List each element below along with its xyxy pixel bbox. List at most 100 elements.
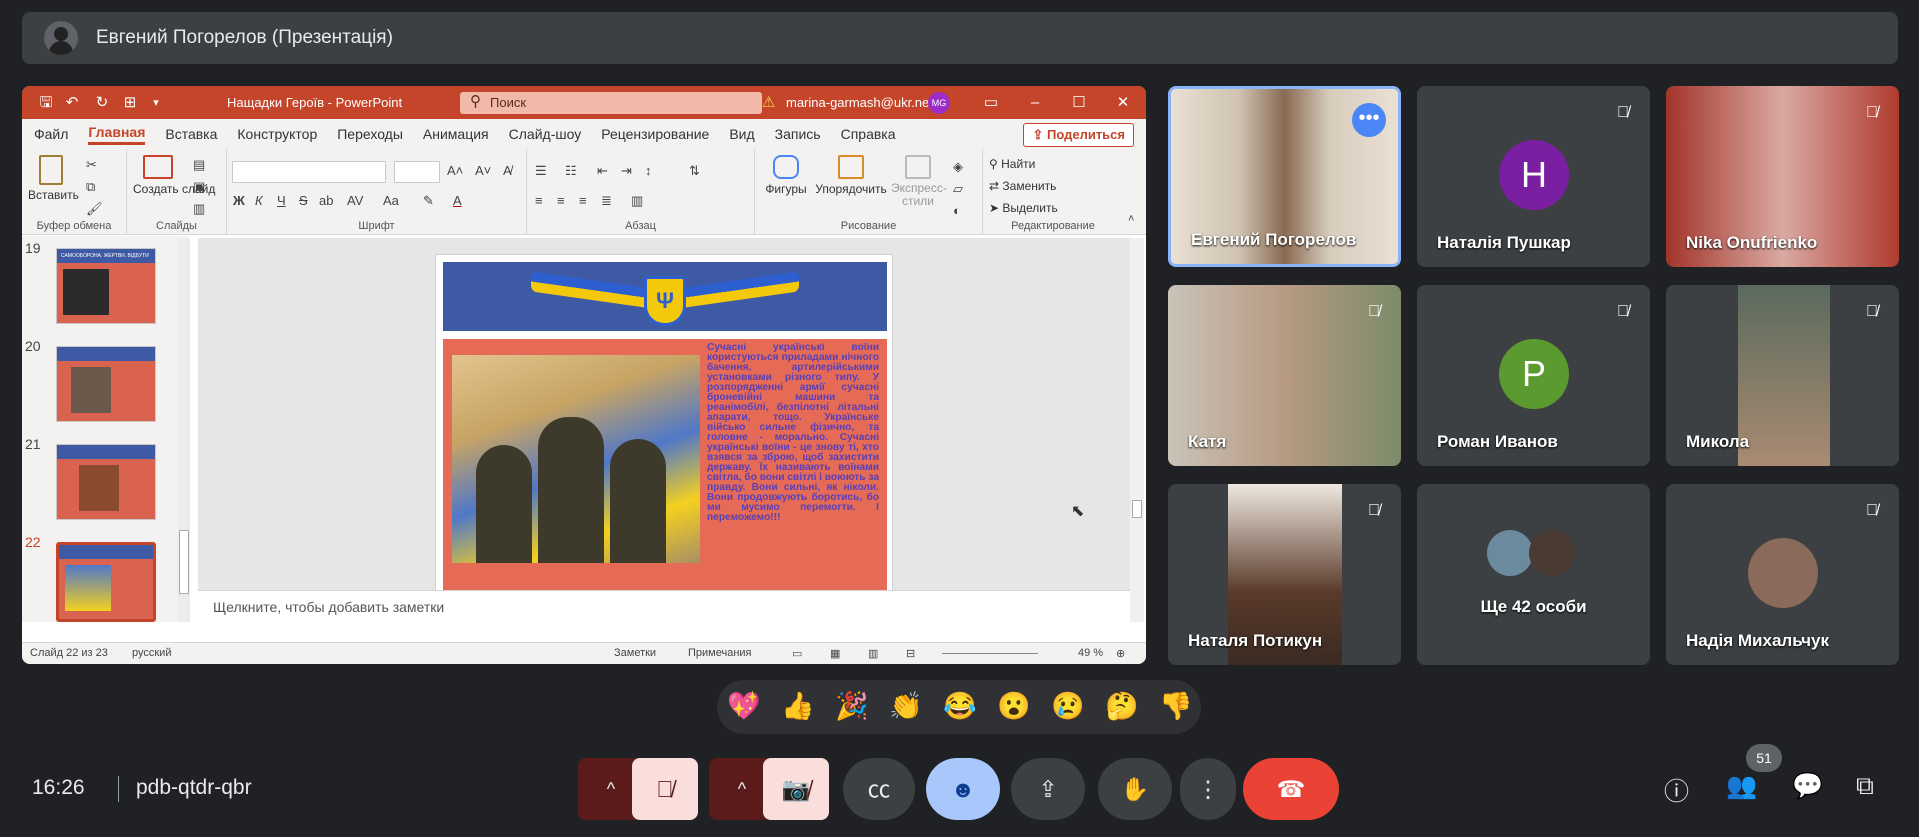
participant-tile[interactable]: 🎙̸ Наталя Потикун bbox=[1168, 484, 1401, 665]
effects-icon[interactable]: ◐ bbox=[953, 203, 961, 218]
format-painter-icon[interactable]: 🖌 bbox=[86, 201, 103, 217]
slide-body-text[interactable]: Сучасні українські воїни користуються пр… bbox=[707, 343, 879, 579]
search-box[interactable]: Поиск bbox=[460, 91, 762, 114]
select-button[interactable]: ➤ Выделить bbox=[989, 201, 1058, 215]
indent-decrease-icon[interactable]: ⇤ bbox=[597, 163, 608, 179]
express-styles-button[interactable]: Экспресс-стили bbox=[891, 155, 947, 208]
zoom-level[interactable]: 49 % bbox=[1078, 647, 1103, 659]
participant-tile[interactable]: 🎙̸ Микола bbox=[1666, 285, 1899, 466]
share-button[interactable]: ⇪ Поделиться bbox=[1023, 123, 1134, 147]
numbering-icon[interactable]: ☷ bbox=[565, 163, 577, 179]
notes-toggle[interactable]: Заметки bbox=[614, 647, 656, 659]
account-email[interactable]: marina-garmash@ukr.net bbox=[786, 95, 933, 110]
slide-thumbnail-21[interactable] bbox=[56, 444, 156, 520]
reaction-heart[interactable]: 💖 bbox=[727, 690, 761, 722]
reset-icon[interactable]: ▣ bbox=[193, 179, 205, 195]
shadow-button[interactable]: ab bbox=[319, 193, 333, 208]
slide-thumbnail-19[interactable]: САМООБОРОНА. ЖЕРТВИ. ВІДБУТИ bbox=[56, 248, 156, 324]
tab-review[interactable]: Рецензирование bbox=[601, 126, 709, 142]
layout-icon[interactable]: ▤ bbox=[193, 157, 205, 173]
tab-design[interactable]: Конструктор bbox=[237, 126, 317, 142]
undo-icon[interactable]: ↶ bbox=[62, 93, 82, 113]
participant-tile[interactable]: 🎙̸ P Роман Иванов bbox=[1417, 285, 1650, 466]
shrink-font-icon[interactable]: A˅ bbox=[475, 163, 491, 178]
highlight-icon[interactable]: ✎ bbox=[423, 193, 434, 209]
chat-icon[interactable]: 💬 bbox=[1792, 772, 1823, 801]
section-icon[interactable]: ▥ bbox=[193, 201, 205, 217]
font-color-icon[interactable]: A bbox=[453, 193, 462, 208]
tab-animations[interactable]: Анимация bbox=[423, 126, 489, 142]
replace-button[interactable]: ⇄ Заменить bbox=[989, 179, 1056, 193]
slide-thumbnail-22[interactable] bbox=[56, 542, 156, 622]
participant-tile[interactable]: ••• Евгений Погорелов bbox=[1168, 86, 1401, 267]
maximize-icon[interactable]: ☐ bbox=[1068, 92, 1090, 114]
tab-record[interactable]: Запись bbox=[775, 126, 821, 142]
thumbnails-scrollbar[interactable] bbox=[178, 238, 190, 622]
bullets-icon[interactable]: ☰ bbox=[535, 163, 547, 179]
captions-button[interactable]: ㏄ bbox=[843, 758, 915, 820]
spacing-button[interactable]: AV bbox=[347, 193, 363, 208]
italic-button[interactable]: К bbox=[255, 193, 263, 208]
more-options-button[interactable]: ⋮ bbox=[1180, 758, 1236, 820]
mic-toggle-button[interactable]: 🎙̸ bbox=[632, 758, 698, 820]
reaction-clap[interactable]: 👏 bbox=[889, 690, 923, 722]
reaction-surprised[interactable]: 😮 bbox=[997, 690, 1031, 722]
sorter-view-icon[interactable]: ▦ bbox=[830, 647, 840, 660]
ribbon-display-icon[interactable]: ▭ bbox=[980, 92, 1002, 114]
reactions-button[interactable]: ☻ bbox=[926, 758, 1000, 820]
new-slide-button[interactable]: Создать слайд bbox=[133, 155, 215, 196]
fill-icon[interactable]: ◈ bbox=[953, 159, 963, 175]
more-options-icon[interactable]: ••• bbox=[1352, 103, 1386, 137]
close-icon[interactable]: ✕ bbox=[1112, 92, 1134, 114]
zoom-slider[interactable] bbox=[942, 653, 1038, 654]
tab-home[interactable]: Главная bbox=[88, 124, 146, 145]
reaction-thumbs-up[interactable]: 👍 bbox=[781, 690, 815, 722]
font-name-input[interactable] bbox=[232, 161, 386, 183]
columns-icon[interactable]: ▥ bbox=[631, 193, 643, 209]
align-left-icon[interactable]: ≡ bbox=[535, 193, 543, 208]
font-size-input[interactable] bbox=[394, 161, 440, 183]
justify-icon[interactable]: ≣ bbox=[601, 193, 612, 209]
account-avatar[interactable]: MG bbox=[928, 92, 950, 114]
align-center-icon[interactable]: ≡ bbox=[557, 193, 565, 208]
paste-button[interactable]: Вставить bbox=[28, 155, 79, 202]
camera-toggle-button[interactable]: 📷̸ bbox=[763, 758, 829, 820]
comments-toggle[interactable]: Примечания bbox=[688, 647, 752, 659]
case-button[interactable]: Aa bbox=[383, 193, 399, 208]
scroll-thumb[interactable] bbox=[1132, 500, 1142, 518]
warning-icon[interactable]: ⚠ bbox=[762, 93, 775, 111]
language-indicator[interactable]: русский bbox=[132, 647, 171, 659]
meeting-info-icon[interactable]: ⓘ bbox=[1664, 772, 1689, 808]
indent-increase-icon[interactable]: ⇥ bbox=[621, 163, 632, 179]
reaction-laugh[interactable]: 😂 bbox=[943, 690, 977, 722]
underline-button[interactable]: Ч bbox=[277, 193, 286, 208]
scroll-thumb[interactable] bbox=[179, 530, 189, 594]
bold-button[interactable]: Ж bbox=[233, 193, 245, 208]
fit-slide-icon[interactable]: ⊕ bbox=[1116, 647, 1125, 660]
tab-help[interactable]: Справка bbox=[841, 126, 896, 142]
qat-dropdown-icon[interactable]: ▾ bbox=[146, 93, 166, 113]
participant-tile[interactable]: 🎙̸ Nika Onufrienko bbox=[1666, 86, 1899, 267]
tab-insert[interactable]: Вставка bbox=[165, 126, 217, 142]
tab-transitions[interactable]: Переходы bbox=[337, 126, 403, 142]
cut-icon[interactable]: ✂ bbox=[86, 157, 97, 173]
direction-icon[interactable]: ⇅ bbox=[689, 163, 700, 179]
present-button[interactable]: ⇪ bbox=[1011, 758, 1085, 820]
tab-view[interactable]: Вид bbox=[729, 126, 754, 142]
redo-icon[interactable]: ↻ bbox=[92, 93, 112, 113]
participant-tile[interactable]: 🎙̸ Надія Михальчук bbox=[1666, 484, 1899, 665]
participant-tile[interactable]: Ще 42 особи bbox=[1417, 484, 1650, 665]
strike-button[interactable]: S bbox=[299, 193, 308, 208]
leave-call-button[interactable]: ☎ bbox=[1243, 758, 1339, 820]
present-icon[interactable]: ⊞ bbox=[120, 93, 140, 113]
outline-icon[interactable]: ▱ bbox=[953, 181, 963, 197]
current-slide[interactable]: Ψ Сучасні українські воїни користуються … bbox=[435, 254, 893, 596]
align-right-icon[interactable]: ≡ bbox=[579, 193, 587, 208]
reaction-thumbs-down[interactable]: 👎 bbox=[1159, 690, 1193, 722]
find-button[interactable]: ⚲ Найти bbox=[989, 157, 1035, 171]
minimize-icon[interactable]: – bbox=[1024, 92, 1046, 114]
tab-file[interactable]: Файл bbox=[34, 126, 68, 142]
shapes-button[interactable]: Фигуры bbox=[761, 155, 811, 196]
people-icon[interactable]: 👥 bbox=[1726, 772, 1757, 801]
normal-view-icon[interactable]: ▭ bbox=[792, 647, 802, 660]
